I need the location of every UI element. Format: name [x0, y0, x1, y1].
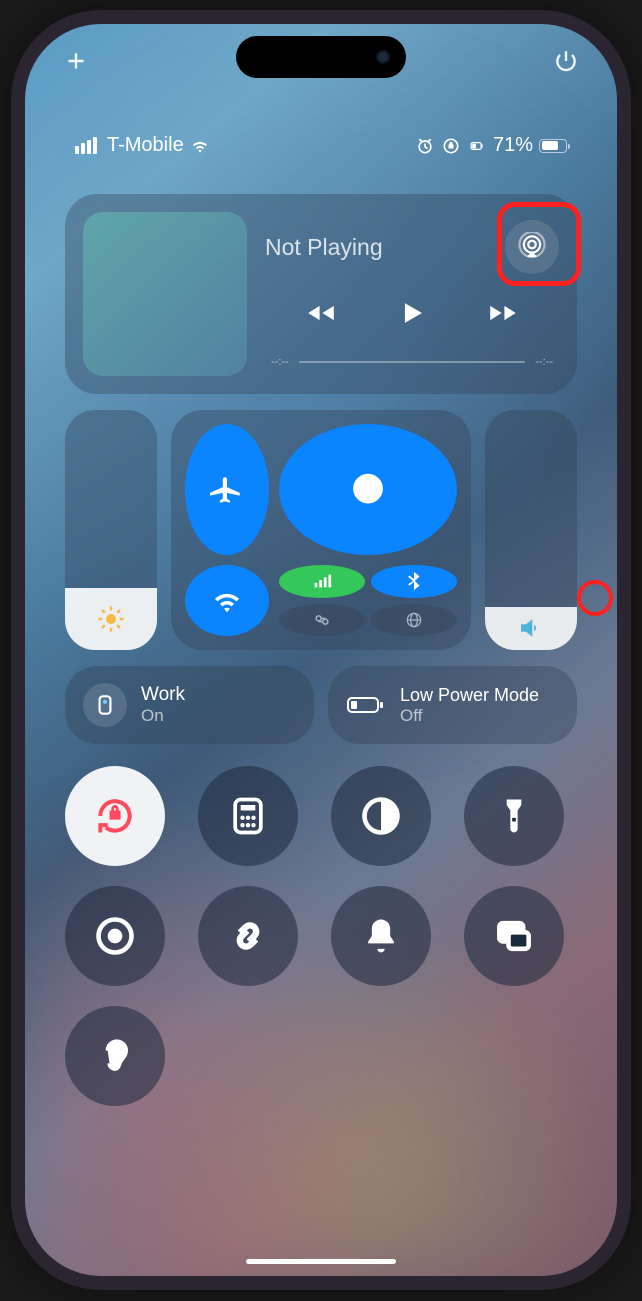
low-power-tile[interactable]: Low Power Mode Off	[328, 666, 577, 744]
screen-record-button[interactable]	[65, 886, 165, 986]
lpm-state: Off	[400, 706, 539, 726]
screen-mirror-button[interactable]	[464, 886, 564, 986]
alarm-status-icon	[415, 136, 435, 156]
airplay-button[interactable]	[505, 220, 559, 274]
add-control-button[interactable]	[63, 48, 89, 79]
rotation-lock-status-icon	[441, 136, 461, 156]
brightness-icon	[96, 604, 126, 634]
power-button[interactable]	[553, 48, 579, 79]
screen-mirror-icon	[492, 914, 536, 958]
lpm-title: Low Power Mode	[400, 685, 539, 706]
low-battery-status-icon	[467, 136, 487, 156]
rotation-lock-icon	[93, 794, 137, 838]
screen-record-icon	[93, 914, 137, 958]
bluetooth-button[interactable]	[371, 565, 457, 597]
dynamic-island	[236, 36, 406, 78]
media-title: Not Playing	[265, 234, 383, 261]
airdrop-button[interactable]	[279, 424, 457, 555]
progress-bar[interactable]: --:-- --:--	[265, 356, 559, 368]
elapsed: --:--	[271, 356, 289, 368]
cellular-data-button[interactable]	[279, 565, 365, 597]
remaining: --:--	[535, 356, 553, 368]
focus-icon	[83, 683, 127, 727]
focus-name: Work	[141, 684, 185, 706]
play-button[interactable]	[395, 296, 429, 335]
airplay-audio-icon	[517, 232, 547, 262]
cellular-signal-icon	[75, 137, 97, 154]
status-bar: T-Mobile 71%	[25, 134, 617, 157]
calculator-icon	[226, 794, 270, 838]
focus-state: On	[141, 706, 185, 726]
screen: T-Mobile 71% Not Playing	[25, 24, 617, 1276]
calculator-button[interactable]	[198, 766, 298, 866]
rotation-lock-button[interactable]	[65, 766, 165, 866]
flashlight-icon	[492, 794, 536, 838]
vpn-button[interactable]	[371, 604, 457, 636]
dark-mode-icon	[359, 794, 403, 838]
carrier-label: T-Mobile	[107, 134, 184, 157]
airplane-mode-button[interactable]	[185, 424, 269, 555]
battery-icon	[539, 139, 567, 153]
hearing-icon	[93, 1034, 137, 1078]
connectivity-tile[interactable]	[171, 410, 471, 650]
dark-mode-button[interactable]	[331, 766, 431, 866]
flashlight-button[interactable]	[464, 766, 564, 866]
forward-button[interactable]	[486, 296, 520, 335]
hearing-button[interactable]	[65, 1006, 165, 1106]
home-indicator[interactable]	[246, 1259, 396, 1264]
rewind-button[interactable]	[304, 296, 338, 335]
wifi-button[interactable]	[185, 565, 269, 636]
battery-percent: 71%	[493, 134, 533, 157]
control-center: Not Playing --:	[65, 194, 577, 1236]
volume-icon	[516, 613, 546, 643]
silent-bell-icon	[359, 914, 403, 958]
shazam-icon	[226, 914, 270, 958]
focus-tile[interactable]: Work On	[65, 666, 314, 744]
shazam-button[interactable]	[198, 886, 298, 986]
hotspot-button[interactable]	[279, 604, 365, 636]
brightness-slider[interactable]	[65, 410, 157, 650]
album-art	[83, 212, 247, 376]
wifi-status-icon	[190, 136, 210, 156]
silent-mode-button[interactable]	[331, 886, 431, 986]
phone-frame: T-Mobile 71% Not Playing	[11, 10, 631, 1290]
media-player-tile[interactable]: Not Playing --:	[65, 194, 577, 394]
volume-slider[interactable]	[485, 410, 577, 650]
battery-low-icon	[346, 695, 386, 715]
